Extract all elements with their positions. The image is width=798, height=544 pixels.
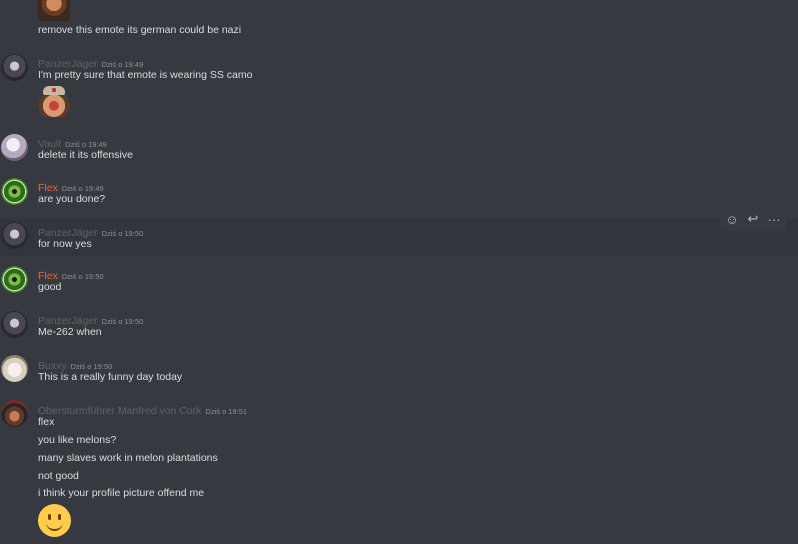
message-text: flex [38, 416, 55, 428]
avatar[interactable] [1, 266, 28, 293]
message-text: I'm pretty sure that emote is wearing SS… [38, 69, 253, 81]
message: Flex Dziś o 19:49 are you done? [0, 174, 798, 214]
man-face-emote[interactable] [38, 0, 70, 21]
reply-icon[interactable]: ↩ [742, 207, 764, 231]
avatar[interactable] [1, 178, 28, 205]
message-text: This is a really funny day today [38, 371, 183, 383]
message: remove this emote its german could be na… [0, 0, 798, 44]
laughing-soldier-emote[interactable] [38, 85, 70, 117]
timestamp: Dziś o 19:49 [101, 60, 144, 69]
message: Obersturmführer Manfred von Cork Dziś o 1… [0, 396, 798, 544]
message-text: i think your profile picture offend me [38, 487, 205, 499]
avatar[interactable] [1, 311, 28, 338]
message: PanzerJäger Dziś o 19:49 I'm pretty sure … [0, 48, 798, 128]
timestamp: Dziś o 19:50 [61, 272, 104, 281]
avatar[interactable] [1, 134, 28, 161]
avatar[interactable] [1, 355, 28, 382]
timestamp: Dziś o 19:50 [101, 317, 144, 326]
message-text: delete it its offensive [38, 149, 133, 161]
more-options-icon[interactable]: ··· [763, 207, 785, 231]
avatar[interactable] [1, 54, 28, 81]
avatar[interactable] [1, 400, 28, 427]
timestamp: Dziś o 19:50 [101, 229, 144, 238]
chat-message-list: remove this emote its german could be na… [0, 0, 798, 544]
username[interactable]: Obersturmführer Manfred von Cork [38, 405, 201, 417]
slightly-smiling-face-emoji[interactable] [38, 504, 71, 537]
message-text: for now yes [38, 238, 92, 250]
message: Vault Dziś o 19:49 delete it its offensiv… [0, 130, 798, 170]
message: Buxxy Dziś o 19:50 This is a really funny… [0, 351, 798, 391]
timestamp: Dziś o 19:51 [205, 407, 248, 416]
message: PanzerJäger Dziś o 19:50 for now yes [0, 218, 798, 256]
avatar[interactable] [1, 222, 28, 249]
message: PanzerJäger Dziś o 19:50 Me-262 when [0, 307, 798, 347]
message-text: you like melons? [38, 434, 117, 446]
timestamp: Dziś o 19:49 [65, 140, 107, 149]
message-text: many slaves work in melon plantations [38, 452, 218, 464]
message-actions-toolbar: ☺ ↩ ··· [720, 207, 786, 231]
message-text: remove this emote its german could be na… [38, 24, 242, 36]
message: Flex Dziś o 19:50 good [0, 262, 798, 302]
timestamp: Dziś o 19:50 [70, 362, 113, 371]
message-text: not good [38, 470, 79, 482]
message-text: good [38, 281, 62, 293]
message-text: are you done? [38, 193, 106, 205]
timestamp: Dziś o 19:49 [61, 184, 104, 193]
add-reaction-icon[interactable]: ☺ [721, 207, 743, 231]
message-text: Me-262 when [38, 326, 102, 338]
